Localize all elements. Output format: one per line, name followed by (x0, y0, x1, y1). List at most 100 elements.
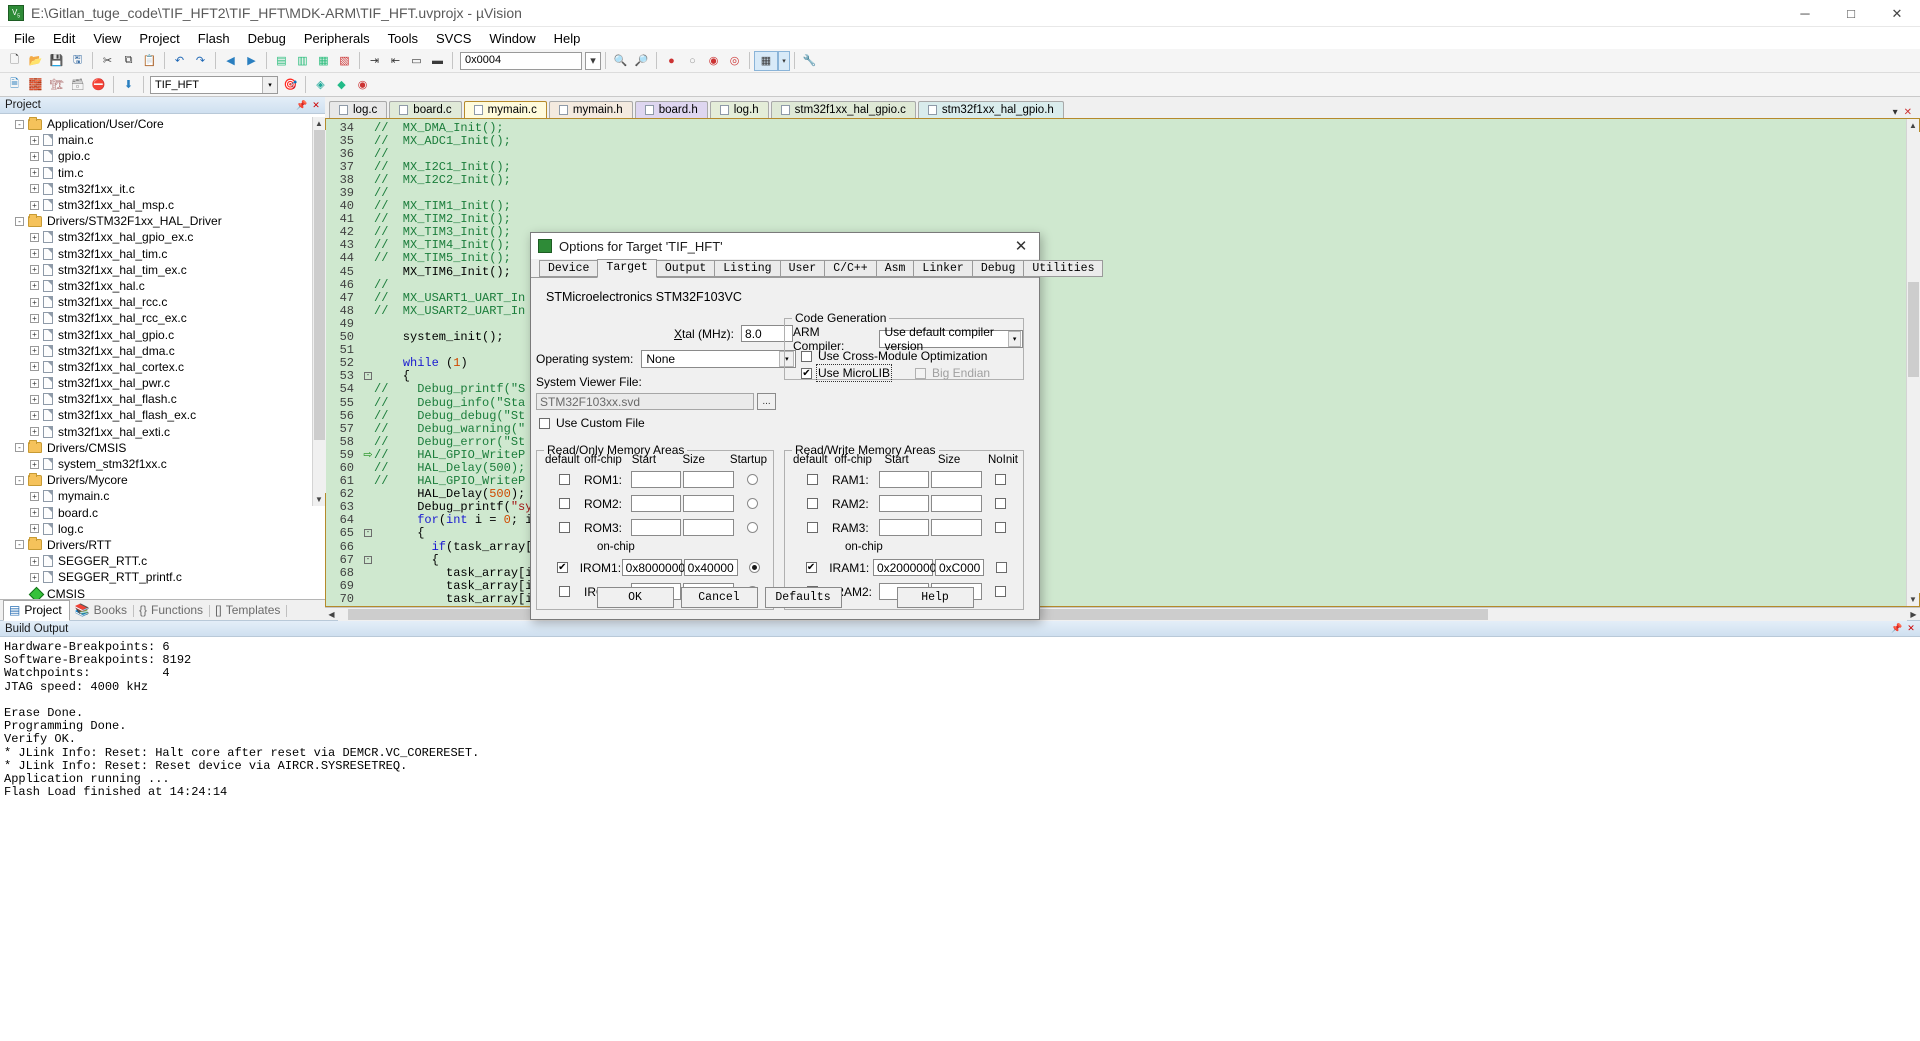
editor-tab-board-c[interactable]: board.c (389, 101, 462, 118)
tree-expander-icon[interactable]: - (15, 443, 24, 453)
rom-size-input[interactable]: 0x40000 (683, 559, 738, 576)
ram-size-input[interactable] (931, 519, 982, 536)
tree-expander-icon[interactable]: + (30, 265, 39, 275)
use-custom-file-checkbox[interactable]: Use Custom File (539, 416, 645, 430)
menu-item-peripherals[interactable]: Peripherals (295, 29, 379, 48)
defaults-button[interactable]: Defaults (764, 587, 842, 608)
tree-item[interactable]: + SEGGER_RTT.c (0, 553, 325, 569)
rom-startup-radio[interactable] (746, 498, 758, 509)
tab-project[interactable]: ▤ Project (3, 600, 70, 621)
tree-expander-icon[interactable]: + (30, 427, 39, 437)
fold-gutter[interactable]: ⇨ (362, 448, 374, 462)
use-cross-module-optimization-checkbox[interactable]: Use Cross-Module Optimization (801, 349, 987, 363)
tree-item[interactable]: + stm32f1xx_hal.c (0, 278, 325, 294)
ram-default-checkbox[interactable] (807, 498, 818, 509)
tab-templates[interactable]: [] Templates (210, 601, 288, 620)
cancel-button[interactable]: Cancel (680, 587, 758, 608)
tree-item[interactable]: + board.c (0, 505, 325, 521)
pin-icon[interactable]: 📌 (296, 99, 308, 111)
ram-start-input[interactable] (879, 495, 930, 512)
close-icon[interactable]: ✕ (310, 99, 322, 111)
use-microlib-checkbox[interactable]: ✔ Use MicroLIB (801, 364, 893, 382)
uncomment-icon[interactable]: ▬ (427, 51, 448, 71)
dialog-tab-listing[interactable]: Listing (714, 260, 781, 277)
manage-runtime-icon[interactable]: ◈ (310, 75, 331, 95)
scroll-track[interactable] (1906, 132, 1920, 593)
tree-item[interactable]: - Drivers/CMSIS (0, 440, 325, 456)
rom-start-input[interactable]: 0x8000000 (621, 559, 685, 576)
system-viewer-file-input[interactable]: STM32F103xx.svd (536, 393, 754, 410)
tree-item[interactable]: + stm32f1xx_hal_flash.c (0, 391, 325, 407)
rom-startup-radio[interactable] (746, 522, 758, 533)
rom-size-input[interactable] (683, 519, 734, 536)
tree-item[interactable]: + stm32f1xx_hal_pwr.c (0, 375, 325, 391)
dialog-tab-output[interactable]: Output (655, 260, 716, 277)
dialog-tab-debug[interactable]: Debug (971, 260, 1025, 277)
tree-item[interactable]: + stm32f1xx_hal_msp.c (0, 197, 325, 213)
bookmark-prev-icon[interactable]: ▥ (292, 51, 313, 71)
nav-back-icon[interactable]: ◀ (220, 51, 241, 71)
fold-gutter[interactable]: - (362, 372, 374, 381)
ram-start-input[interactable] (879, 519, 930, 536)
dialog-tab-c-c--[interactable]: C/C++ (824, 260, 877, 277)
scroll-thumb[interactable] (1907, 282, 1919, 377)
dialog-close-button[interactable]: ✕ (1003, 233, 1039, 259)
scroll-down-icon[interactable]: ▼ (313, 493, 326, 506)
tree-item[interactable]: + stm32f1xx_hal_dma.c (0, 343, 325, 359)
scroll-down-icon[interactable]: ▼ (1907, 593, 1920, 606)
minimize-button[interactable]: ─ (1782, 0, 1828, 27)
tree-item[interactable]: + stm32f1xx_hal_cortex.c (0, 359, 325, 375)
tree-item[interactable]: + stm32f1xx_hal_tim.c (0, 246, 325, 262)
editor-tab-log-c[interactable]: log.c (329, 101, 388, 118)
tab-functions[interactable]: {} Functions (134, 601, 211, 620)
ram-size-input[interactable]: 0xC000 (934, 559, 985, 576)
dialog-tab-device[interactable]: Device (539, 260, 599, 277)
rom-start-input[interactable] (631, 471, 682, 488)
tree-item[interactable]: + stm32f1xx_hal_rcc.c (0, 294, 325, 310)
project-tree[interactable]: - Application/User/Core + main.c + gpio.c + tim… (0, 114, 325, 599)
tree-expander-icon[interactable]: + (30, 297, 39, 307)
scroll-up-icon[interactable]: ▲ (313, 117, 326, 130)
arm-compiler-select[interactable]: Use default compiler version ▾ (879, 325, 1023, 353)
ram-start-input[interactable] (879, 471, 930, 488)
tree-expander-icon[interactable]: + (30, 346, 39, 356)
debug-start-icon[interactable]: ◉ (352, 75, 373, 95)
tree-item[interactable]: + stm32f1xx_hal_flash_ex.c (0, 407, 325, 423)
ram-noinit-checkbox[interactable] (994, 522, 1006, 533)
menu-item-file[interactable]: File (5, 29, 44, 48)
tree-expander-icon[interactable]: - (15, 119, 24, 129)
tree-expander-icon[interactable]: + (30, 378, 39, 388)
scroll-right-icon[interactable]: ▶ (1907, 607, 1920, 621)
rom-default-checkbox[interactable] (559, 522, 570, 533)
tree-expander-icon[interactable]: + (30, 232, 39, 242)
build-output-log[interactable]: Hardware-Breakpoints: 6 Software-Breakpoi… (0, 637, 1920, 1041)
tree-expander-icon[interactable]: - (15, 540, 24, 550)
tree-item[interactable]: + stm32f1xx_hal_exti.c (0, 424, 325, 440)
fold-toggle-icon[interactable]: - (364, 529, 372, 538)
tree-expander-icon[interactable]: - (15, 216, 24, 226)
editor-tab-stm32f1xx_hal_gpio-c[interactable]: stm32f1xx_hal_gpio.c (770, 101, 916, 118)
redo-icon[interactable]: ↷ (190, 51, 211, 71)
tree-item[interactable]: - Drivers/STM32F1xx_HAL_Driver (0, 213, 325, 229)
outdent-icon[interactable]: ⇤ (385, 51, 406, 71)
tree-item[interactable]: + mymain.c (0, 488, 325, 504)
tree-expander-icon[interactable]: + (30, 410, 39, 420)
editor-tab-board-h[interactable]: board.h (634, 101, 708, 118)
tree-item[interactable]: + gpio.c (0, 148, 325, 164)
tree-item[interactable]: + SEGGER_RTT_printf.c (0, 569, 325, 585)
tree-item[interactable]: + log.c (0, 521, 325, 537)
browse-button[interactable]: ... (757, 393, 776, 410)
window-layout-icon[interactable]: ▦ (754, 50, 778, 71)
close-icon[interactable]: ✕ (1904, 107, 1912, 118)
ram-default-checkbox[interactable]: ✔ (805, 562, 817, 573)
close-button[interactable]: ✕ (1874, 0, 1920, 27)
editor-tab-log-h[interactable]: log.h (709, 101, 769, 118)
tree-expander-icon[interactable]: + (30, 200, 39, 210)
nav-forward-icon[interactable]: ▶ (241, 51, 262, 71)
pin-icon[interactable]: 📌 (1891, 623, 1903, 635)
rom-default-checkbox[interactable] (559, 498, 570, 509)
chevron-down-icon[interactable]: ▾ (1893, 107, 1898, 118)
project-tree-scrollbar[interactable]: ▲ ▼ (312, 117, 326, 506)
tree-item[interactable]: + main.c (0, 132, 325, 148)
tree-expander-icon[interactable]: + (30, 184, 39, 194)
